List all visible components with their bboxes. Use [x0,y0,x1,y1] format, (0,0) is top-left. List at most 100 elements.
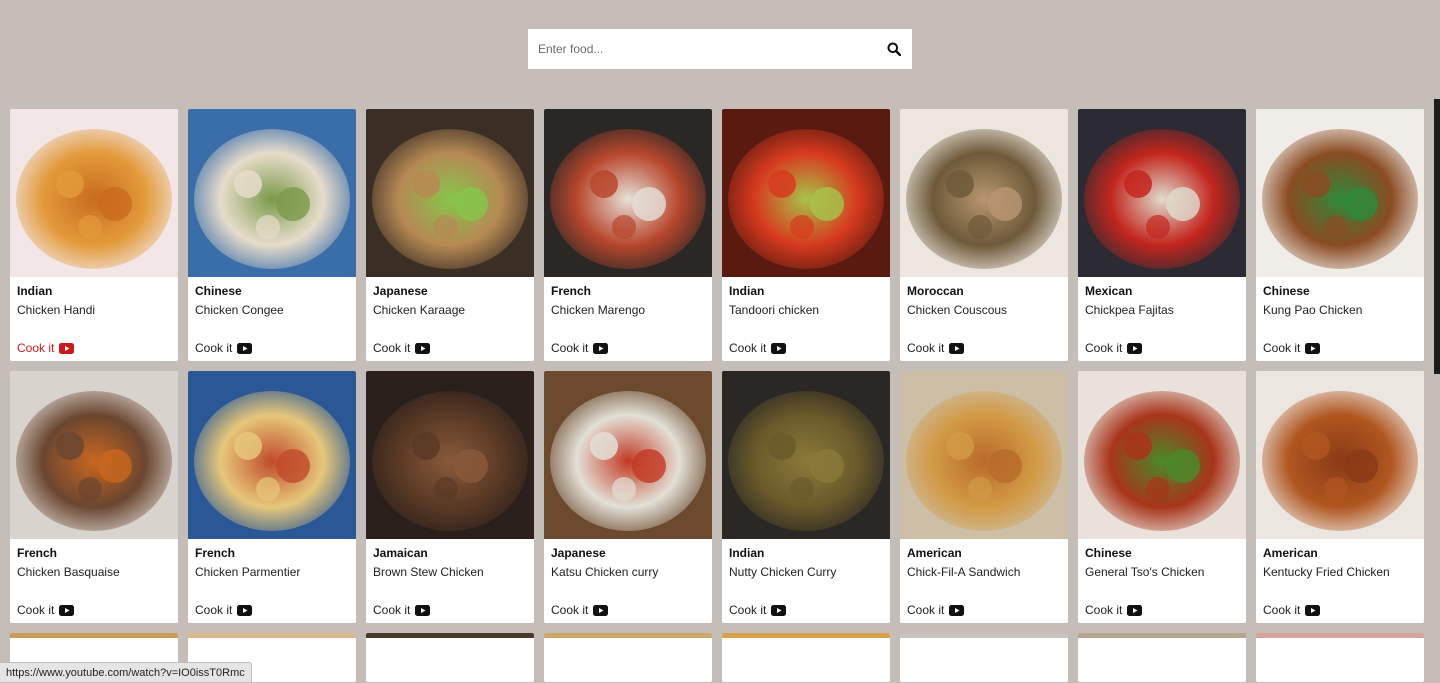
cook-it-link[interactable]: Cook it [907,603,965,617]
cook-it-label: Cook it [729,341,767,355]
cook-it-link[interactable]: Cook it [195,341,253,355]
cook-it-link[interactable]: Cook it [551,341,609,355]
cook-it-link[interactable]: Cook it [373,341,431,355]
recipe-image [900,109,1068,277]
youtube-icon [949,604,965,616]
cook-it-link[interactable]: Cook it [195,603,253,617]
recipe-cuisine: American [907,546,962,560]
cook-it-label: Cook it [373,603,411,617]
cook-it-label: Cook it [1085,341,1123,355]
recipe-name: Brown Stew Chicken [373,565,484,579]
recipe-cuisine: Jamaican [373,546,428,560]
youtube-icon [237,342,253,354]
recipe-cuisine: American [1263,546,1318,560]
recipe-card-partial[interactable] [544,633,712,682]
cook-it-link[interactable]: Cook it [729,603,787,617]
search-bar [528,29,912,69]
youtube-icon [415,342,431,354]
recipe-cuisine: Indian [729,284,765,298]
recipe-image [10,109,178,277]
recipe-card[interactable]: American Chick-Fil-A Sandwich Cook it [900,371,1068,623]
cook-it-label: Cook it [17,341,55,355]
youtube-icon [1127,604,1143,616]
youtube-icon [771,604,787,616]
recipe-image [1256,371,1424,539]
recipe-card[interactable]: Jamaican Brown Stew Chicken Cook it [366,371,534,623]
recipe-card[interactable]: French Chicken Parmentier Cook it [188,371,356,623]
recipe-card[interactable]: Chinese Chicken Congee Cook it [188,109,356,361]
recipe-name: Chickpea Fajitas [1085,303,1174,317]
recipe-name: Nutty Chicken Curry [729,565,837,579]
recipe-image [1256,109,1424,277]
recipe-card[interactable]: Mexican Chickpea Fajitas Cook it [1078,109,1246,361]
recipe-name: Chicken Basquaise [17,565,120,579]
cook-it-link[interactable]: Cook it [373,603,431,617]
recipe-image [544,109,712,277]
cook-it-link[interactable]: Cook it [1263,603,1321,617]
cook-it-label: Cook it [1263,341,1301,355]
youtube-icon [59,342,75,354]
cook-it-label: Cook it [373,341,411,355]
recipe-cuisine: Japanese [551,546,606,560]
scrollbar-thumb[interactable] [1434,99,1440,374]
recipe-cuisine: French [551,284,592,298]
cook-it-link[interactable]: Cook it [907,341,965,355]
youtube-icon [593,342,609,354]
youtube-icon [1127,342,1143,354]
recipe-card-partial[interactable] [900,633,1068,682]
recipe-card[interactable]: Chinese General Tso's Chicken Cook it [1078,371,1246,623]
recipe-card[interactable]: Moroccan Chicken Couscous Cook it [900,109,1068,361]
recipe-name: Katsu Chicken curry [551,565,659,579]
youtube-icon [237,604,253,616]
recipe-image [366,371,534,539]
cook-it-link[interactable]: Cook it [1085,341,1143,355]
recipe-card[interactable]: French Chicken Marengo Cook it [544,109,712,361]
recipe-cuisine: Indian [729,546,765,560]
recipe-name: Chicken Marengo [551,303,646,317]
recipe-card[interactable]: Indian Nutty Chicken Curry Cook it [722,371,890,623]
recipe-image [10,371,178,539]
recipe-cuisine: Moroccan [907,284,964,298]
recipe-image [366,109,534,277]
recipe-card-partial[interactable] [722,633,890,682]
youtube-icon [949,342,965,354]
recipe-card[interactable]: Japanese Chicken Karaage Cook it [366,109,534,361]
search-button[interactable] [876,29,912,69]
recipe-image [1078,109,1246,277]
recipe-cuisine: French [195,546,236,560]
cook-it-label: Cook it [907,603,945,617]
cook-it-label: Cook it [907,341,945,355]
recipe-image [900,371,1068,539]
cook-it-link[interactable]: Cook it [729,341,787,355]
cook-it-link[interactable]: Cook it [17,341,75,355]
recipe-image [188,371,356,539]
recipe-name: Tandoori chicken [729,303,820,317]
recipe-card[interactable]: Indian Chicken Handi Cook it [10,109,178,361]
cook-it-link[interactable]: Cook it [551,603,609,617]
recipe-cuisine: Chinese [1263,284,1310,298]
recipe-cuisine: French [17,546,58,560]
recipe-grid: Indian Chicken Handi Cook it Chinese Chicken… [10,109,1424,623]
recipe-name: Kentucky Fried Chicken [1263,565,1390,579]
recipe-image [188,109,356,277]
cook-it-link[interactable]: Cook it [17,603,75,617]
youtube-icon [593,604,609,616]
cook-it-link[interactable]: Cook it [1263,341,1321,355]
recipe-card-partial[interactable] [1078,633,1246,682]
recipe-card-partial[interactable] [366,633,534,682]
recipe-cuisine: Indian [17,284,53,298]
recipe-card[interactable]: French Chicken Basquaise Cook it [10,371,178,623]
search-icon [887,42,901,56]
youtube-icon [1305,604,1321,616]
recipe-card[interactable]: Japanese Katsu Chicken curry Cook it [544,371,712,623]
search-input[interactable] [528,29,868,69]
recipe-card[interactable]: Chinese Kung Pao Chicken Cook it [1256,109,1424,361]
cook-it-label: Cook it [1085,603,1123,617]
recipe-name: Chicken Handi [17,303,96,317]
recipe-card[interactable]: American Kentucky Fried Chicken Cook it [1256,371,1424,623]
recipe-name: Chick-Fil-A Sandwich [907,565,1021,579]
recipe-card-partial[interactable] [1256,633,1424,682]
recipe-card[interactable]: Indian Tandoori chicken Cook it [722,109,890,361]
cook-it-link[interactable]: Cook it [1085,603,1143,617]
cook-it-label: Cook it [551,603,589,617]
